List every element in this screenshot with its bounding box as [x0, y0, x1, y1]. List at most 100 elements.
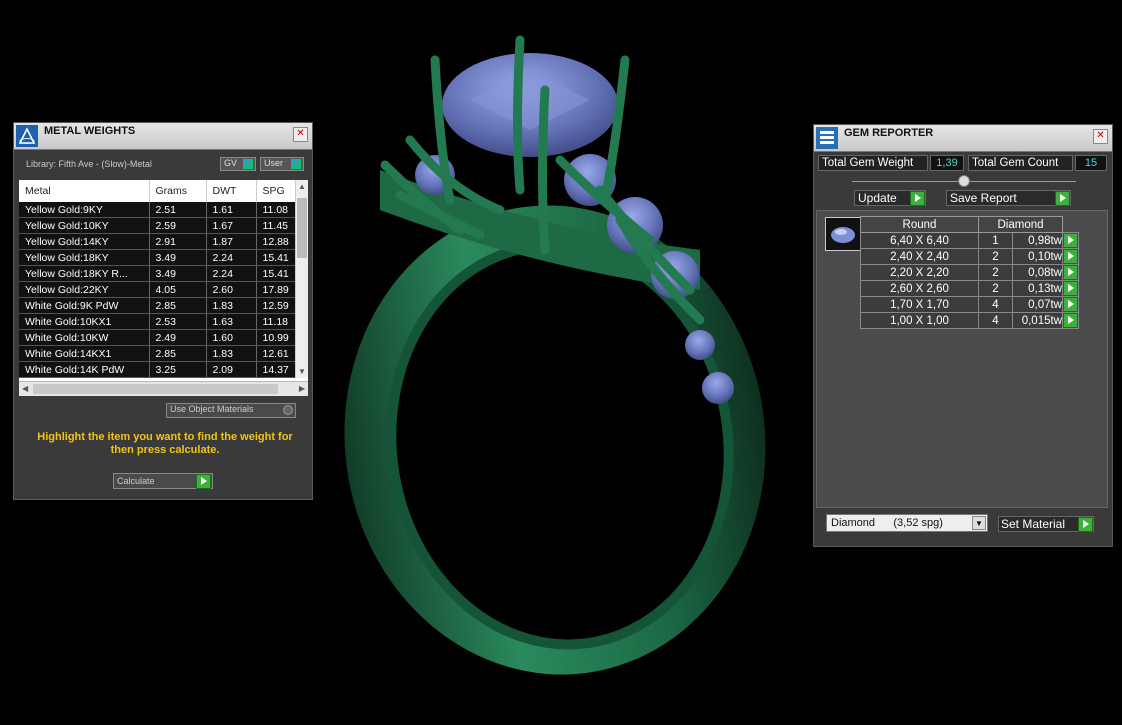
gem-row[interactable]: 2,60 X 2,60 2 0,13tw: [860, 280, 1079, 297]
total-gem-weight-value: 1,39: [930, 155, 964, 171]
close-icon[interactable]: ✕: [293, 127, 308, 142]
gem-count-cell: 1: [978, 232, 1013, 249]
close-icon[interactable]: ✕: [1093, 129, 1108, 144]
total-gem-count-label: Total Gem Count: [968, 155, 1073, 171]
metal-name-cell: Yellow Gold:18KY R...: [19, 265, 150, 282]
grams-cell: 2.59: [149, 217, 207, 234]
go-arrow-icon[interactable]: [1063, 313, 1078, 328]
spg-cell: 17.89: [256, 281, 297, 298]
gem-size-cell: 1,00 X 1,00: [860, 312, 979, 329]
go-arrow-icon[interactable]: [910, 191, 925, 206]
metal-weights-panel: METAL WEIGHTS ✕ Library: Fifth Ave - (Sl…: [13, 122, 313, 500]
panel-title: GEM REPORTER: [844, 127, 934, 139]
gem-table[interactable]: Round Diamond 6,40 X 6,40 1 0,98tw 2,40 X 2…: [860, 216, 1079, 329]
save-report-button[interactable]: Save Report: [946, 190, 1071, 206]
go-arrow-icon[interactable]: [1063, 233, 1078, 248]
report-slider-handle[interactable]: [958, 175, 970, 187]
table-row[interactable]: White Gold:10KX1 2.53 1.63 11.18: [19, 313, 297, 330]
horizontal-scrollbar[interactable]: ◀ ▶: [19, 381, 308, 396]
table-row[interactable]: White Gold:14KX1 2.85 1.83 12.61: [19, 345, 297, 362]
gem-count-cell: 2: [978, 264, 1013, 281]
table-row[interactable]: Yellow Gold:18KY R... 3.49 2.24 15.41: [19, 265, 297, 282]
gv-toggle[interactable]: GV: [220, 157, 256, 171]
go-arrow-icon[interactable]: [1063, 249, 1078, 264]
gem-thumbnail[interactable]: [825, 217, 861, 251]
user-toggle[interactable]: User: [260, 157, 304, 171]
total-gem-count-value: 15: [1075, 155, 1107, 171]
metal-weights-titlebar[interactable]: METAL WEIGHTS ✕: [14, 123, 312, 150]
go-arrow-icon[interactable]: [1078, 517, 1093, 532]
gem-count-cell: 2: [978, 280, 1013, 297]
gem-count-cell: 4: [978, 312, 1013, 329]
table-row[interactable]: Yellow Gold:22KY 4.05 2.60 17.89: [19, 281, 297, 298]
calculate-button[interactable]: Calculate: [113, 473, 213, 489]
column-header-spg[interactable]: SPG: [256, 180, 297, 202]
table-row[interactable]: Yellow Gold:18KY 3.49 2.24 15.41: [19, 249, 297, 266]
table-row[interactable]: White Gold:10KW 2.49 1.60 10.99: [19, 329, 297, 346]
gem-list-area: Round Diamond 6,40 X 6,40 1 0,98tw 2,40 X 2…: [816, 210, 1108, 508]
vertical-scrollbar[interactable]: ▲ ▼: [295, 180, 308, 378]
dwt-cell: 1.67: [206, 217, 257, 234]
gem-row[interactable]: 2,40 X 2,40 2 0,10tw: [860, 248, 1079, 265]
dwt-cell: 2.24: [206, 265, 257, 282]
metal-name-cell: White Gold:10KX1: [19, 313, 150, 330]
gem-reporter-titlebar[interactable]: GEM REPORTER ✕: [814, 125, 1112, 152]
radio-icon[interactable]: [283, 405, 293, 415]
gem-size-cell: 2,20 X 2,20: [860, 264, 979, 281]
column-header-metal[interactable]: Metal: [19, 180, 150, 202]
go-arrow-icon[interactable]: [1055, 191, 1070, 206]
dropdown-arrow-icon[interactable]: ▼: [972, 516, 986, 530]
table-row[interactable]: Yellow Gold:9KY 2.51 1.61 11.08: [19, 202, 297, 218]
column-header-shape[interactable]: Round: [860, 216, 979, 233]
spg-cell: 12.61: [256, 345, 297, 362]
ring-model[interactable]: [314, 35, 795, 702]
gem-count-cell: 2: [978, 248, 1013, 265]
column-header-material[interactable]: Diamond: [978, 216, 1063, 233]
use-object-materials-option[interactable]: Use Object Materials: [166, 403, 296, 418]
grams-cell: 2.91: [149, 233, 207, 250]
column-header-grams[interactable]: Grams: [149, 180, 207, 202]
instruction-text: Highlight the item you want to find the …: [37, 431, 293, 456]
go-arrow-icon[interactable]: [196, 474, 211, 489]
dwt-cell: 1.60: [206, 329, 257, 346]
spg-cell: 10.99: [256, 329, 297, 346]
gem-weight-cell: 0,10tw: [1012, 248, 1063, 265]
set-material-button[interactable]: Set Material: [998, 516, 1094, 532]
column-header-dwt[interactable]: DWT: [206, 180, 257, 202]
gem-size-cell: 2,60 X 2,60: [860, 280, 979, 297]
spg-cell: 11.08: [256, 202, 297, 218]
table-row[interactable]: White Gold:14K PdW 3.25 2.09 14.37: [19, 361, 297, 378]
go-arrow-icon[interactable]: [1063, 265, 1078, 280]
update-button[interactable]: Update: [854, 190, 926, 206]
set-material-label: Set Material: [1001, 517, 1066, 531]
table-row[interactable]: Yellow Gold:14KY 2.91 1.87 12.88: [19, 233, 297, 250]
save-report-label: Save Report: [950, 191, 1017, 205]
gem-row[interactable]: 1,00 X 1,00 4 0,015tw: [860, 312, 1079, 329]
table-row[interactable]: Yellow Gold:10KY 2.59 1.67 11.45: [19, 217, 297, 234]
calculate-label: Calculate: [117, 476, 155, 486]
dwt-cell: 1.63: [206, 313, 257, 330]
side-gem: [702, 372, 734, 404]
grams-cell: 3.49: [149, 249, 207, 266]
material-select[interactable]: Diamond (3,52 spg) ▼: [826, 514, 988, 532]
dwt-cell: 1.83: [206, 345, 257, 362]
dwt-cell: 2.60: [206, 281, 257, 298]
grams-cell: 2.53: [149, 313, 207, 330]
spg-cell: 15.41: [256, 249, 297, 266]
spg-cell: 15.41: [256, 265, 297, 282]
gem-row[interactable]: 2,20 X 2,20 2 0,08tw: [860, 264, 1079, 281]
grams-cell: 2.51: [149, 202, 207, 218]
panel-title: METAL WEIGHTS: [44, 125, 136, 137]
gem-row[interactable]: 1,70 X 1,70 4 0,07tw: [860, 296, 1079, 313]
metal-name-cell: Yellow Gold:22KY: [19, 281, 150, 298]
grams-cell: 2.85: [149, 297, 207, 314]
metal-name-cell: Yellow Gold:14KY: [19, 233, 150, 250]
metal-table[interactable]: Metal Grams DWT SPG Yellow Gold:9KY 2.51 1…: [19, 180, 308, 396]
gem-row[interactable]: 6,40 X 6,40 1 0,98tw: [860, 232, 1079, 249]
table-row[interactable]: White Gold:9K PdW 2.85 1.83 12.59: [19, 297, 297, 314]
go-arrow-icon[interactable]: [1063, 281, 1078, 296]
gem-weight-cell: 0,98tw: [1012, 232, 1063, 249]
gem-weight-cell: 0,13tw: [1012, 280, 1063, 297]
grams-cell: 3.49: [149, 265, 207, 282]
go-arrow-icon[interactable]: [1063, 297, 1078, 312]
